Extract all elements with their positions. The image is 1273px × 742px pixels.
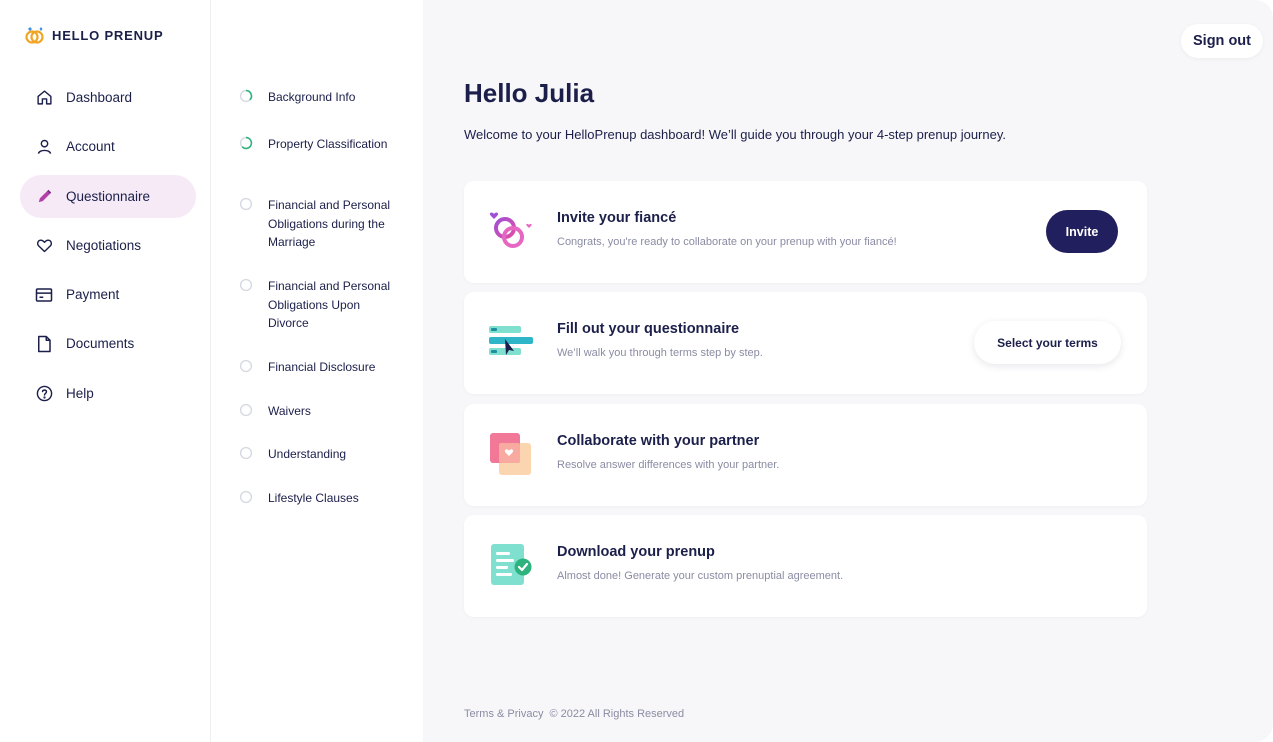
card-fill-questionnaire: Fill out your questionnaire We’ll walk y… bbox=[464, 292, 1147, 394]
card-title: Download your prenup bbox=[557, 544, 715, 560]
sign-out-button[interactable]: Sign out bbox=[1181, 24, 1263, 58]
welcome-text: Welcome to your HelloPrenup dashboard! W… bbox=[464, 127, 1006, 142]
step-waivers[interactable]: Waivers bbox=[239, 402, 393, 421]
sidebar-item-documents[interactable]: Documents bbox=[20, 322, 196, 365]
progress-circle-icon bbox=[239, 89, 253, 103]
user-icon bbox=[35, 138, 53, 156]
empty-circle-icon bbox=[239, 359, 253, 373]
brand-name: HELLO PRENUP bbox=[52, 27, 164, 43]
terms-privacy-link[interactable]: Terms & Privacy bbox=[464, 708, 543, 720]
pencil-icon bbox=[35, 187, 53, 205]
step-background-info[interactable]: Background Info bbox=[239, 88, 393, 107]
empty-circle-icon bbox=[239, 197, 253, 211]
card-collaborate-partner: Collaborate with your partner Resolve an… bbox=[464, 404, 1147, 506]
empty-circle-icon bbox=[239, 403, 253, 417]
rings-logo-icon bbox=[25, 27, 44, 44]
sidebar-item-label: Documents bbox=[66, 336, 135, 352]
sidebar-item-account[interactable]: Account bbox=[20, 125, 196, 168]
sidebar-item-dashboard[interactable]: Dashboard bbox=[20, 76, 196, 119]
logo[interactable]: HELLO PRENUP bbox=[24, 26, 163, 44]
card-subtitle: Almost done! Generate your custom prenup… bbox=[557, 570, 844, 582]
sidebar-item-label: Questionnaire bbox=[66, 188, 151, 204]
main-content: Sign out Hello Julia Welcome to your Hel… bbox=[423, 0, 1273, 742]
step-understanding[interactable]: Understanding bbox=[239, 445, 393, 464]
card-subtitle: Resolve answer differences with your par… bbox=[557, 459, 780, 471]
page-title: Hello Julia bbox=[464, 78, 595, 108]
sidebar-item-questionnaire[interactable]: Questionnaire bbox=[20, 174, 196, 218]
empty-circle-icon bbox=[239, 278, 253, 292]
invite-button[interactable]: Invite bbox=[1046, 210, 1118, 253]
card-title: Collaborate with your partner bbox=[557, 433, 760, 449]
empty-circle-icon bbox=[239, 446, 253, 460]
document-icon bbox=[35, 335, 53, 353]
home-icon bbox=[35, 89, 53, 107]
document-check-icon bbox=[491, 544, 532, 585]
sidebar: HELLO PRENUP Dashboard Account Questionn… bbox=[0, 0, 211, 742]
sidebar-item-negotiations[interactable]: Negotiations bbox=[20, 224, 196, 267]
step-property-classification[interactable]: Property Classification bbox=[239, 135, 393, 154]
step-obligations-divorce[interactable]: Financial and Personal Obligations Upon … bbox=[239, 277, 393, 333]
step-label: Waivers bbox=[268, 404, 311, 418]
sidebar-item-label: Payment bbox=[66, 287, 120, 303]
progress-circle-icon bbox=[239, 136, 253, 150]
step-label: Financial and Personal Obligations durin… bbox=[268, 198, 391, 249]
select-terms-button[interactable]: Select your terms bbox=[974, 321, 1121, 364]
sidebar-item-label: Help bbox=[66, 385, 94, 401]
sidebar-item-help[interactable]: Help bbox=[20, 372, 196, 415]
card-download-prenup: Download your prenup Almost done! Genera… bbox=[464, 515, 1147, 617]
questionnaire-steps: Background Info Property Classification … bbox=[212, 0, 423, 742]
heart-card-icon bbox=[490, 433, 531, 475]
sidebar-item-label: Account bbox=[66, 139, 115, 155]
card-subtitle: Congrats, you're ready to collaborate on… bbox=[557, 236, 897, 248]
step-label: Financial and Personal Obligations Upon … bbox=[268, 279, 391, 330]
card-invite-fiance: Invite your fiancé Congrats, you're read… bbox=[464, 181, 1147, 283]
footer: Terms & Privacy © 2022 All Rights Reserv… bbox=[464, 708, 684, 720]
step-label: Lifestyle Clauses bbox=[268, 491, 359, 505]
card-title: Fill out your questionnaire bbox=[557, 321, 740, 337]
empty-circle-icon bbox=[239, 490, 253, 504]
card-title: Invite your fiancé bbox=[557, 210, 677, 226]
step-label: Financial Disclosure bbox=[268, 360, 376, 374]
sidebar-item-payment[interactable]: Payment bbox=[20, 273, 196, 316]
step-obligations-marriage[interactable]: Financial and Personal Obligations durin… bbox=[239, 196, 393, 252]
credit-card-icon bbox=[35, 286, 53, 304]
sidebar-item-label: Negotiations bbox=[66, 237, 142, 253]
heart-icon bbox=[35, 236, 53, 254]
copyright-text: © 2022 All Rights Reserved bbox=[549, 708, 685, 720]
step-financial-disclosure[interactable]: Financial Disclosure bbox=[239, 358, 393, 377]
sidebar-item-label: Dashboard bbox=[66, 90, 133, 105]
rings-icon bbox=[489, 212, 532, 248]
step-label: Background Info bbox=[268, 90, 356, 104]
sidebar-nav: Dashboard Account Questionnaire Negotiat… bbox=[20, 76, 196, 421]
step-label: Property Classification bbox=[268, 137, 388, 151]
form-cursor-icon bbox=[489, 326, 533, 355]
step-label: Understanding bbox=[268, 447, 347, 461]
card-subtitle: We’ll walk you through terms step by ste… bbox=[557, 347, 763, 359]
help-circle-icon bbox=[35, 384, 53, 402]
step-lifestyle-clauses[interactable]: Lifestyle Clauses bbox=[239, 489, 393, 508]
